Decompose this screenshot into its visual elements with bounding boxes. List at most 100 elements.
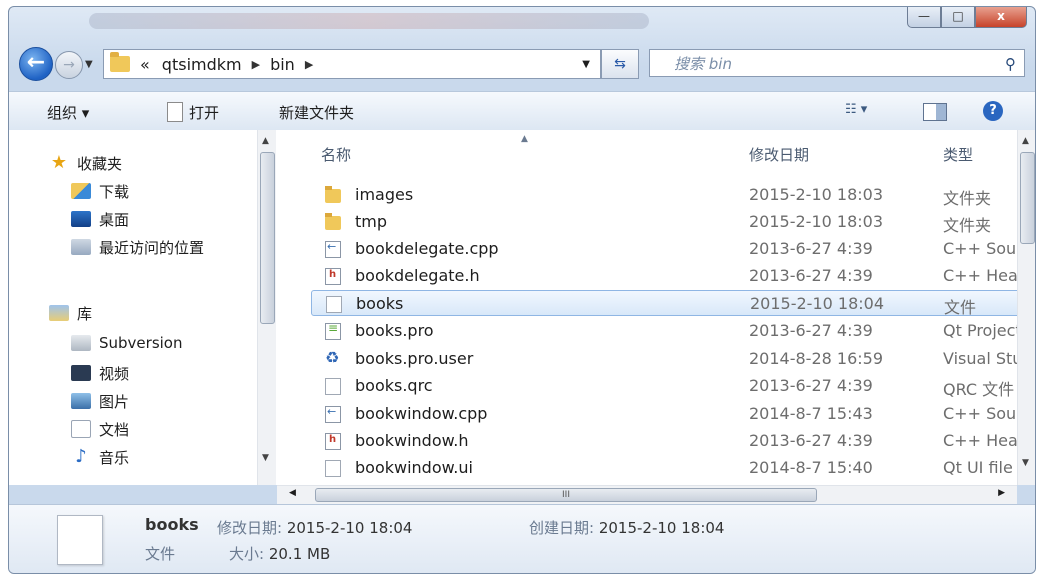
new-folder-button[interactable]: 新建文件夹 xyxy=(279,102,354,123)
explorer-window: — □ x ← → ▼ « qtsimdkm ▶ bin ▶ ▼ ⇆ 搜索 bi… xyxy=(8,6,1036,574)
view-options-button[interactable]: ☷ ▾ xyxy=(845,102,867,117)
scroll-right-icon[interactable]: ▶ xyxy=(998,488,1005,498)
chevron-right-icon[interactable]: ▶ xyxy=(305,58,313,71)
file-row-images[interactable]: images 2015-2-10 18:03 文件夹 xyxy=(315,182,1025,208)
file-date: 2013-6-27 4:39 xyxy=(749,376,873,395)
file-row-books-pro-user[interactable]: books.pro.user 2014-8-28 16:59 Visual St… xyxy=(315,346,1025,372)
blank-file-icon xyxy=(325,460,341,477)
details-type: 文件 xyxy=(145,545,176,563)
organize-menu[interactable]: 组织 ▾ xyxy=(47,102,89,123)
scrollbar-thumb[interactable]: III xyxy=(315,488,817,502)
search-icon[interactable]: ⚲ xyxy=(1005,50,1016,78)
file-date: 2013-6-27 4:39 xyxy=(749,321,873,340)
scrollbar-thumb[interactable] xyxy=(260,152,275,324)
sidebar-item-label: 文档 xyxy=(99,420,130,439)
file-date: 2014-8-7 15:40 xyxy=(749,458,873,477)
chevron-right-icon[interactable]: ▶ xyxy=(252,58,260,71)
file-list: ▲ 名称 修改日期 类型 images 2015-2-10 18:03 文件夹 … xyxy=(277,130,1025,485)
close-button[interactable]: x xyxy=(975,7,1027,28)
file-date: 2013-6-27 4:39 xyxy=(749,431,873,450)
navigation-pane: ★ 收藏夹 下载 桌面 最近访问的位置 库 Subversion 视频 图片 文… xyxy=(9,130,257,485)
video-icon xyxy=(71,365,91,381)
file-row-bookwindow-cpp[interactable]: bookwindow.cpp 2014-8-7 15:43 C++ Source xyxy=(315,401,1025,427)
created-value: 2015-2-10 18:04 xyxy=(598,519,725,537)
scroll-down-icon[interactable]: ▼ xyxy=(262,453,269,463)
size-value: 20.1 MB xyxy=(268,545,331,563)
minimize-button[interactable]: — xyxy=(907,7,941,28)
sidebar-item-label: 音乐 xyxy=(99,448,130,467)
forward-button[interactable]: → xyxy=(55,51,83,79)
navigation-bar: ← → ▼ « qtsimdkm ▶ bin ▶ ▼ ⇆ 搜索 bin ⚲ xyxy=(9,45,1035,81)
address-bar[interactable]: « qtsimdkm ▶ bin ▶ ▼ xyxy=(103,49,601,79)
history-dropdown-icon[interactable]: ▼ xyxy=(85,59,93,70)
file-row-bookdelegate-cpp[interactable]: bookdelegate.cpp 2013-6-27 4:39 C++ Sour… xyxy=(315,236,1025,262)
document-icon xyxy=(167,102,183,122)
file-type: C++ Source xyxy=(943,404,1025,423)
scroll-left-icon[interactable]: ◀ xyxy=(289,488,296,498)
header-file-icon xyxy=(325,433,341,450)
sidebar-item-downloads[interactable]: 下载 xyxy=(71,178,129,204)
title-bar[interactable]: — □ x xyxy=(9,7,1035,37)
file-row-books-pro[interactable]: books.pro 2013-6-27 4:39 Qt Project xyxy=(315,318,1025,344)
cpp-file-icon xyxy=(325,405,341,423)
size-label: 大小: xyxy=(229,545,265,563)
libraries-icon xyxy=(49,305,69,321)
sidebar-item-subversion[interactable]: Subversion xyxy=(71,330,183,356)
sidebar-item-label: 最近访问的位置 xyxy=(99,238,205,257)
file-row-bookwindow-h[interactable]: bookwindow.h 2013-6-27 4:39 C++ Header xyxy=(315,428,1025,454)
folder-icon xyxy=(110,52,130,72)
refresh-button[interactable]: ⇆ xyxy=(601,49,639,79)
sidebar-item-favorites[interactable]: ★ 收藏夹 xyxy=(49,150,122,176)
file-row-books-selected[interactable]: books 2015-2-10 18:04 文件 xyxy=(311,290,1025,317)
details-pane: books 修改日期: 2015-2-10 18:04 创建日期: 2015-2… xyxy=(9,504,1035,573)
content-area: ★ 收藏夹 下载 桌面 最近访问的位置 库 Subversion 视频 图片 文… xyxy=(9,130,1035,485)
address-dropdown-icon[interactable]: ▼ xyxy=(576,59,596,70)
scrollbar-thumb[interactable] xyxy=(1020,152,1035,244)
preview-pane-icon[interactable] xyxy=(923,103,947,121)
open-button[interactable]: 打开 xyxy=(167,102,219,123)
sidebar-item-documents[interactable]: 文档 xyxy=(71,416,129,442)
sidebar-item-recent-places[interactable]: 最近访问的位置 xyxy=(71,234,204,260)
desktop-icon xyxy=(71,211,91,227)
file-row-bookdelegate-h[interactable]: bookdelegate.h 2013-6-27 4:39 C++ Header xyxy=(315,263,1025,289)
file-type: 文件夹 xyxy=(943,189,992,208)
sidebar-item-desktop[interactable]: 桌面 xyxy=(71,206,129,232)
column-header-name[interactable]: 名称 xyxy=(321,144,351,165)
file-row-bookwindow-ui[interactable]: bookwindow.ui 2014-8-7 15:40 Qt UI file xyxy=(315,455,1025,481)
scroll-up-icon[interactable]: ▲ xyxy=(1022,136,1029,146)
maximize-button[interactable]: □ xyxy=(941,7,975,28)
sidebar-item-label: Subversion xyxy=(99,334,183,352)
column-header-date[interactable]: 修改日期 xyxy=(749,144,809,165)
details-modified: 修改日期: 2015-2-10 18:04 xyxy=(217,517,412,538)
file-date: 2015-2-10 18:03 xyxy=(749,212,883,231)
file-type: C++ Header xyxy=(943,431,1025,450)
file-row-tmp[interactable]: tmp 2015-2-10 18:03 文件夹 xyxy=(315,209,1025,235)
search-input[interactable]: 搜索 bin ⚲ xyxy=(649,49,1025,77)
address-overflow[interactable]: « xyxy=(140,55,150,74)
file-row-books-qrc[interactable]: books.qrc 2013-6-27 4:39 QRC 文件 xyxy=(315,373,1025,399)
sidebar-item-pictures[interactable]: 图片 xyxy=(71,388,129,414)
file-name: books xyxy=(356,294,404,313)
sidebar-item-libraries[interactable]: 库 xyxy=(49,300,92,326)
file-list-scrollbar[interactable]: ▲ ▼ xyxy=(1017,130,1035,485)
scroll-up-icon[interactable]: ▲ xyxy=(262,136,269,146)
help-icon[interactable]: ? xyxy=(983,101,1003,121)
sidebar-item-music[interactable]: ♪ 音乐 xyxy=(71,444,129,470)
breadcrumb-qtsimdkm[interactable]: qtsimdkm xyxy=(162,55,242,74)
back-button[interactable]: ← xyxy=(19,47,53,81)
details-file-name: books xyxy=(145,515,199,534)
file-type: QRC 文件 xyxy=(943,380,1015,399)
blank-file-icon xyxy=(325,378,341,395)
navigation-scrollbar[interactable]: ▲ ▼ xyxy=(257,130,276,485)
column-header-type[interactable]: 类型 xyxy=(943,144,973,165)
horizontal-scrollbar[interactable]: ◀ III ▶ xyxy=(277,485,1017,504)
file-date: 2014-8-7 15:43 xyxy=(749,404,873,423)
breadcrumb-bin[interactable]: bin xyxy=(270,55,295,74)
sidebar-item-videos[interactable]: 视频 xyxy=(71,360,129,386)
music-icon: ♪ xyxy=(75,446,87,467)
file-date: 2013-6-27 4:39 xyxy=(749,239,873,258)
sidebar-item-label: 视频 xyxy=(99,364,130,383)
scroll-down-icon[interactable]: ▼ xyxy=(1022,458,1029,468)
sidebar-item-label: 下载 xyxy=(99,182,130,201)
file-name: books.qrc xyxy=(355,376,433,395)
